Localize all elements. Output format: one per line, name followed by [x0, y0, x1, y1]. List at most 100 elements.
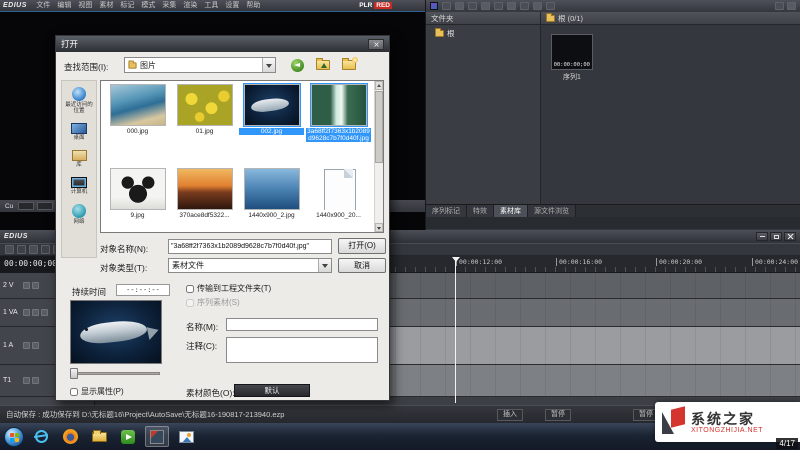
- tab-bin[interactable]: 素材库: [494, 205, 528, 217]
- taskbar-edius-icon[interactable]: [145, 426, 169, 447]
- file-thumbnail[interactable]: [177, 168, 233, 210]
- new-folder-icon[interactable]: [455, 2, 464, 10]
- place-computer[interactable]: 计算机: [62, 177, 96, 195]
- player-transport-button[interactable]: [37, 202, 53, 210]
- place-network[interactable]: 网络: [62, 204, 96, 225]
- file-item[interactable]: 1440x900_20...: [305, 168, 372, 219]
- file-type-dropdown[interactable]: 素材文件: [168, 258, 332, 273]
- scroll-down-icon[interactable]: [375, 223, 383, 232]
- search-icon[interactable]: [468, 2, 477, 10]
- file-thumbnail[interactable]: [110, 84, 166, 126]
- cancel-button[interactable]: 取消: [338, 258, 386, 273]
- file-thumbnail[interactable]: [311, 168, 367, 210]
- playhead[interactable]: [455, 258, 456, 403]
- track-lock-button[interactable]: [32, 377, 39, 384]
- show-properties-checkbox[interactable]: 显示属性(P): [70, 386, 124, 397]
- file-name-input[interactable]: [168, 239, 332, 254]
- maximize-button[interactable]: [770, 232, 782, 241]
- sequence-clip-checkbox[interactable]: 序列素材(S): [186, 297, 240, 308]
- place-libraries[interactable]: 库: [62, 150, 96, 168]
- dialog-titlebar[interactable]: 打开: [56, 36, 389, 52]
- track-mute-button[interactable]: [23, 377, 30, 384]
- open-button[interactable]: 打开(O): [338, 238, 386, 254]
- menu-item-view[interactable]: 视图: [75, 0, 96, 11]
- preview-slider[interactable]: [72, 372, 160, 375]
- transfer-checkbox-input[interactable]: [186, 285, 194, 293]
- back-button[interactable]: [286, 57, 308, 73]
- close-button[interactable]: [784, 232, 796, 241]
- close-icon[interactable]: [368, 39, 384, 50]
- timeline-tool-icon[interactable]: [5, 245, 14, 254]
- tab-effects[interactable]: 特效: [467, 205, 494, 217]
- menu-item-edit[interactable]: 编辑: [54, 0, 75, 11]
- track-mute-button[interactable]: [23, 282, 30, 289]
- menu-item-marker[interactable]: 标记: [117, 0, 138, 11]
- text-tool-icon[interactable]: [494, 2, 503, 10]
- bin-clip-sequence1[interactable]: 00:00:00;00 序列1: [548, 34, 596, 82]
- taskbar-firefox-icon[interactable]: [58, 426, 82, 447]
- view-mode-icon[interactable]: [546, 2, 555, 10]
- tab-sequence-marker[interactable]: 序列标记: [426, 205, 467, 217]
- file-item-selected[interactable]: 3a68ff2f7363x1b2089d9628c7b7f0d40f.jpg: [305, 84, 372, 165]
- up-folder-button[interactable]: [312, 57, 334, 73]
- menu-item-capture[interactable]: 采集: [159, 0, 180, 11]
- taskbar-ie-icon[interactable]: [29, 426, 53, 447]
- file-thumbnail[interactable]: [244, 84, 300, 126]
- panel-menu-icon[interactable]: [787, 2, 796, 10]
- new-folder-button[interactable]: [338, 57, 360, 73]
- place-recent[interactable]: 最近访问的位置: [62, 87, 96, 114]
- player-transport-button[interactable]: [18, 202, 34, 210]
- file-item[interactable]: 000.jpg: [104, 84, 171, 165]
- track-mute-button[interactable]: [23, 342, 30, 349]
- place-desktop[interactable]: 桌面: [62, 123, 96, 141]
- track-patch-button[interactable]: [41, 309, 48, 316]
- look-in-dropdown[interactable]: 图片: [124, 57, 276, 73]
- menu-item-file[interactable]: 文件: [33, 0, 54, 11]
- chevron-down-icon[interactable]: [318, 259, 331, 272]
- comment-input[interactable]: [226, 337, 378, 363]
- menu-item-mode[interactable]: 模式: [138, 0, 159, 11]
- track-lock-button[interactable]: [32, 282, 39, 289]
- menu-item-settings[interactable]: 设置: [222, 0, 243, 11]
- clip-thumbnail[interactable]: 00:00:00;00: [551, 34, 593, 70]
- file-thumbnail[interactable]: [110, 168, 166, 210]
- track-lock-button[interactable]: [32, 342, 39, 349]
- file-item-selected[interactable]: 002.jpg: [238, 84, 305, 165]
- timeline-tool-icon[interactable]: [17, 245, 26, 254]
- scrollbar-thumb[interactable]: [375, 91, 383, 163]
- taskbar-viewer-icon[interactable]: [174, 426, 198, 447]
- thumbnail-view-icon[interactable]: [775, 2, 784, 10]
- tree-item-root[interactable]: 根: [426, 25, 540, 41]
- tab-source-browser[interactable]: 源文件浏览: [528, 205, 576, 217]
- file-thumbnail[interactable]: [244, 168, 300, 210]
- clip-color-default-button[interactable]: 默认: [234, 384, 310, 397]
- timeline-tool-icon[interactable]: [41, 245, 50, 254]
- track-mute-button[interactable]: [23, 309, 30, 316]
- file-thumbnail[interactable]: [177, 84, 233, 126]
- menu-item-tools[interactable]: 工具: [201, 0, 222, 11]
- scrollbar[interactable]: [374, 81, 383, 232]
- start-button[interactable]: [4, 427, 24, 447]
- file-item[interactable]: 370ace8df5322...: [171, 168, 238, 219]
- scroll-up-icon[interactable]: [375, 81, 383, 90]
- taskbar-media-icon[interactable]: [116, 426, 140, 447]
- cut-icon[interactable]: [507, 2, 516, 10]
- copy-icon[interactable]: [520, 2, 529, 10]
- file-item[interactable]: 1440x900_2.jpg: [238, 168, 305, 219]
- menu-item-help[interactable]: 帮助: [243, 0, 264, 11]
- file-thumbnail[interactable]: [311, 84, 367, 126]
- file-item[interactable]: 9.jpg: [104, 168, 171, 219]
- minimize-button[interactable]: [756, 232, 768, 241]
- taskbar-explorer-icon[interactable]: [87, 426, 111, 447]
- slider-handle[interactable]: [70, 368, 78, 379]
- chevron-down-icon[interactable]: [262, 58, 275, 72]
- track-lock-button[interactable]: [32, 309, 39, 316]
- clip-name-input[interactable]: [226, 318, 378, 331]
- timeline-tool-icon[interactable]: [29, 245, 38, 254]
- menu-item-render[interactable]: 渲染: [180, 0, 201, 11]
- transfer-to-project-checkbox[interactable]: 传输到工程文件夹(T): [186, 283, 271, 294]
- capture-icon[interactable]: [481, 2, 490, 10]
- menu-item-clip[interactable]: 素材: [96, 0, 117, 11]
- add-clip-icon[interactable]: [442, 2, 451, 10]
- delete-icon[interactable]: [533, 2, 542, 10]
